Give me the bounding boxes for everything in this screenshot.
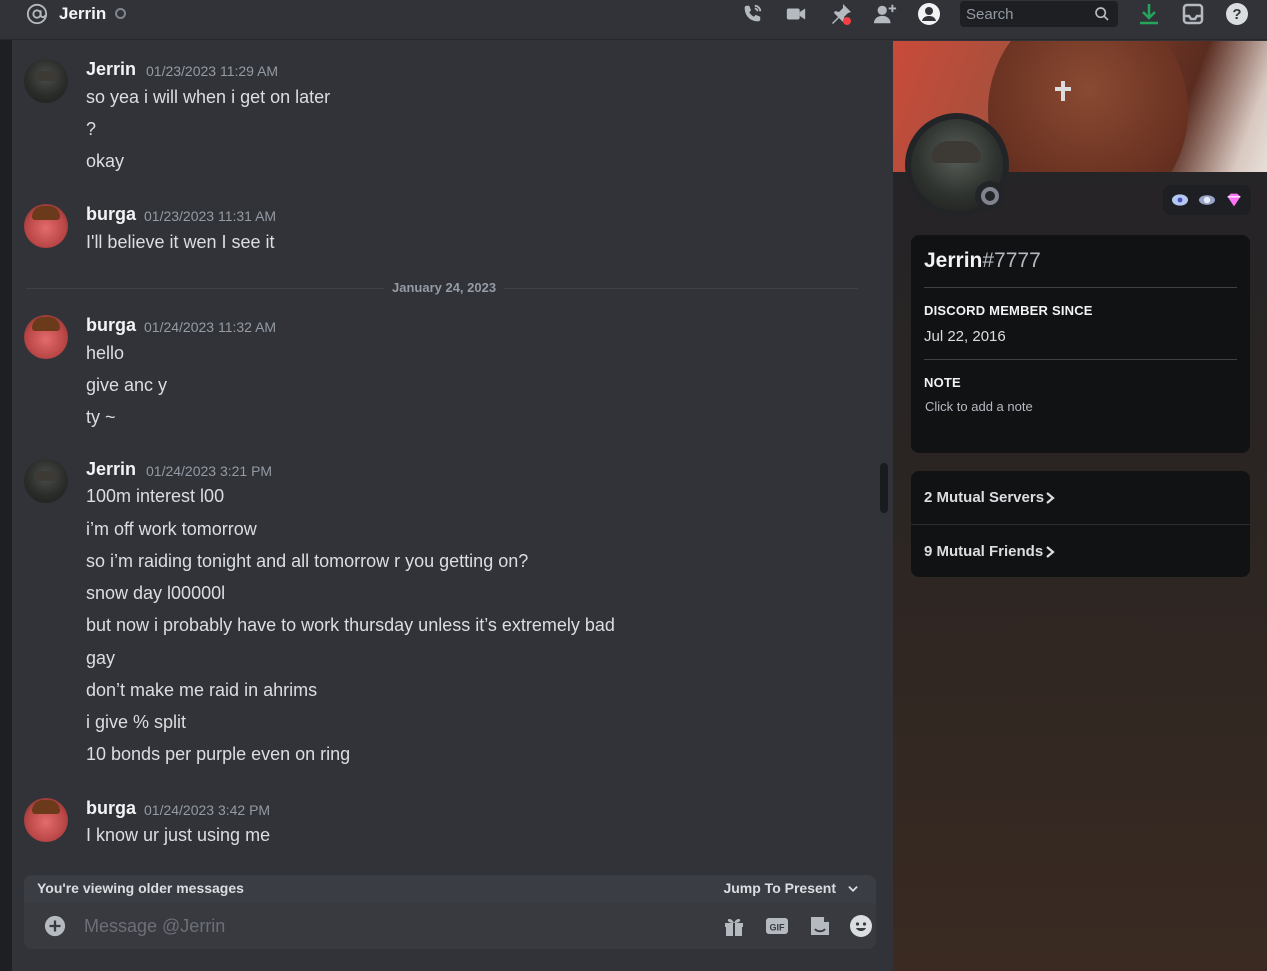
date-divider-label: January 24, 2023: [384, 280, 505, 295]
older-messages-text: You're viewing older messages: [37, 880, 244, 896]
message-author[interactable]: burga: [86, 315, 136, 336]
message-author[interactable]: burga: [86, 798, 136, 819]
message-line: i give % split: [86, 712, 187, 732]
profile-info-card: Jerrin#7777 DISCORD MEMBER SINCE Jul 22,…: [911, 235, 1250, 453]
message-line: ty ~: [86, 407, 116, 427]
older-messages-bar[interactable]: You're viewing older messages Jump To Pr…: [24, 875, 876, 903]
call-icon[interactable]: [740, 2, 764, 26]
profile-username[interactable]: Jerrin#7777: [924, 249, 1041, 273]
message-line: hello: [86, 343, 125, 363]
chevron-right-icon: [1046, 546, 1055, 558]
emoji-icon[interactable]: [849, 914, 873, 938]
profile-status-icon: [975, 181, 1005, 211]
chevron-right-icon: [1046, 492, 1055, 504]
message-line: don’t make me raid in ahrims: [86, 680, 318, 700]
profile-badges: [1163, 185, 1251, 215]
gif-icon[interactable]: GIF: [765, 914, 789, 938]
discriminator-text: #7777: [982, 249, 1041, 272]
jerrin-avatar[interactable]: [24, 59, 68, 103]
mutual-servers-label: 2 Mutual Servers: [924, 489, 1045, 506]
divider: [924, 359, 1237, 360]
jump-to-present-button[interactable]: Jump To Present: [723, 880, 836, 896]
message-timestamp: 01/24/2023 3:21 PM: [146, 463, 273, 479]
necklace-cross: [1061, 81, 1065, 101]
pin-icon[interactable]: [829, 2, 853, 26]
chat-area[interactable]: Jerrin 01/23/2023 11:29 AM so yea i will…: [12, 41, 892, 971]
mutual-friends-row[interactable]: 9 Mutual Friends: [911, 525, 1250, 578]
message-timestamp: 01/23/2023 11:29 AM: [146, 63, 279, 79]
banner-image: [988, 41, 1188, 172]
message-author[interactable]: Jerrin: [86, 59, 136, 80]
svg-text:GIF: GIF: [770, 923, 786, 933]
message-line: i’m off work tomorrow: [86, 519, 257, 539]
message-line: 100m interest l00: [86, 486, 225, 506]
member-since-heading: DISCORD MEMBER SINCE: [924, 303, 1093, 318]
message-line: gay: [86, 648, 116, 668]
at-icon: [26, 3, 48, 25]
burga-avatar[interactable]: [24, 798, 68, 842]
note-input[interactable]: Click to add a note: [925, 399, 1033, 414]
message-input[interactable]: [84, 912, 684, 940]
svg-text:?: ?: [1232, 6, 1241, 23]
message-line: okay: [86, 151, 125, 171]
message-author[interactable]: burga: [86, 204, 136, 225]
offline-status-icon: [115, 8, 126, 19]
divider: [924, 287, 1237, 288]
gem-badge-icon[interactable]: [1224, 192, 1244, 208]
message-composer: GIF: [24, 903, 876, 949]
note-heading: NOTE: [924, 375, 961, 390]
download-icon[interactable]: [1137, 2, 1161, 26]
server-rail-edge: [0, 0, 12, 971]
chevron-down-icon[interactable]: [846, 882, 860, 896]
help-icon[interactable]: ?: [1225, 2, 1249, 26]
channel-title: Jerrin: [59, 4, 107, 23]
message-line: I know ur just using me: [86, 825, 271, 845]
inbox-icon[interactable]: [1181, 2, 1205, 26]
message-line: so i’m raiding tonight and all tomorrow …: [86, 551, 529, 571]
sticker-icon[interactable]: [808, 914, 832, 938]
chat-scrollbar-thumb[interactable]: [880, 463, 888, 513]
message-line: snow day l00000l: [86, 583, 226, 603]
mutual-servers-row[interactable]: 2 Mutual Servers: [911, 471, 1250, 524]
top-bar: Jerrin Search ?: [0, 0, 1267, 40]
add-friend-icon[interactable]: [873, 2, 897, 26]
message-line: but now i probably have to work thursday…: [86, 615, 615, 635]
message-timestamp: 01/24/2023 11:32 AM: [144, 319, 277, 335]
username-text: Jerrin: [924, 249, 983, 272]
message-line: ?: [86, 119, 97, 139]
burga-avatar[interactable]: [24, 315, 68, 359]
necklace-cross: [1055, 87, 1071, 91]
message-timestamp: 01/23/2023 11:31 AM: [144, 208, 277, 224]
video-icon[interactable]: [784, 2, 808, 26]
burga-avatar[interactable]: [24, 204, 68, 248]
member-since-value: Jul 22, 2016: [924, 328, 1006, 345]
search-input[interactable]: Search: [960, 1, 1118, 27]
gift-icon[interactable]: [722, 914, 746, 938]
mutual-friends-label: 9 Mutual Friends: [924, 543, 1044, 560]
user-profile-panel: Jerrin#7777 DISCORD MEMBER SINCE Jul 22,…: [893, 41, 1267, 971]
message-timestamp: 01/24/2023 3:42 PM: [144, 802, 271, 818]
message-line: I'll believe it wen I see it: [86, 232, 275, 252]
message-line: give anc y: [86, 375, 168, 395]
search-placeholder: Search: [966, 5, 1014, 23]
message-line: so yea i will when i get on later: [86, 87, 331, 107]
jerrin-avatar[interactable]: [24, 459, 68, 503]
nitro-badge-icon[interactable]: [1170, 192, 1190, 208]
message-author[interactable]: Jerrin: [86, 459, 136, 480]
profile-toggle-icon[interactable]: [917, 2, 941, 26]
plus-icon[interactable]: [44, 915, 66, 937]
boost-badge-icon[interactable]: [1197, 192, 1217, 208]
search-icon: [1095, 7, 1109, 21]
mutual-card: 2 Mutual Servers 9 Mutual Friends: [911, 471, 1250, 577]
message-line: 10 bonds per purple even on ring: [86, 744, 351, 764]
